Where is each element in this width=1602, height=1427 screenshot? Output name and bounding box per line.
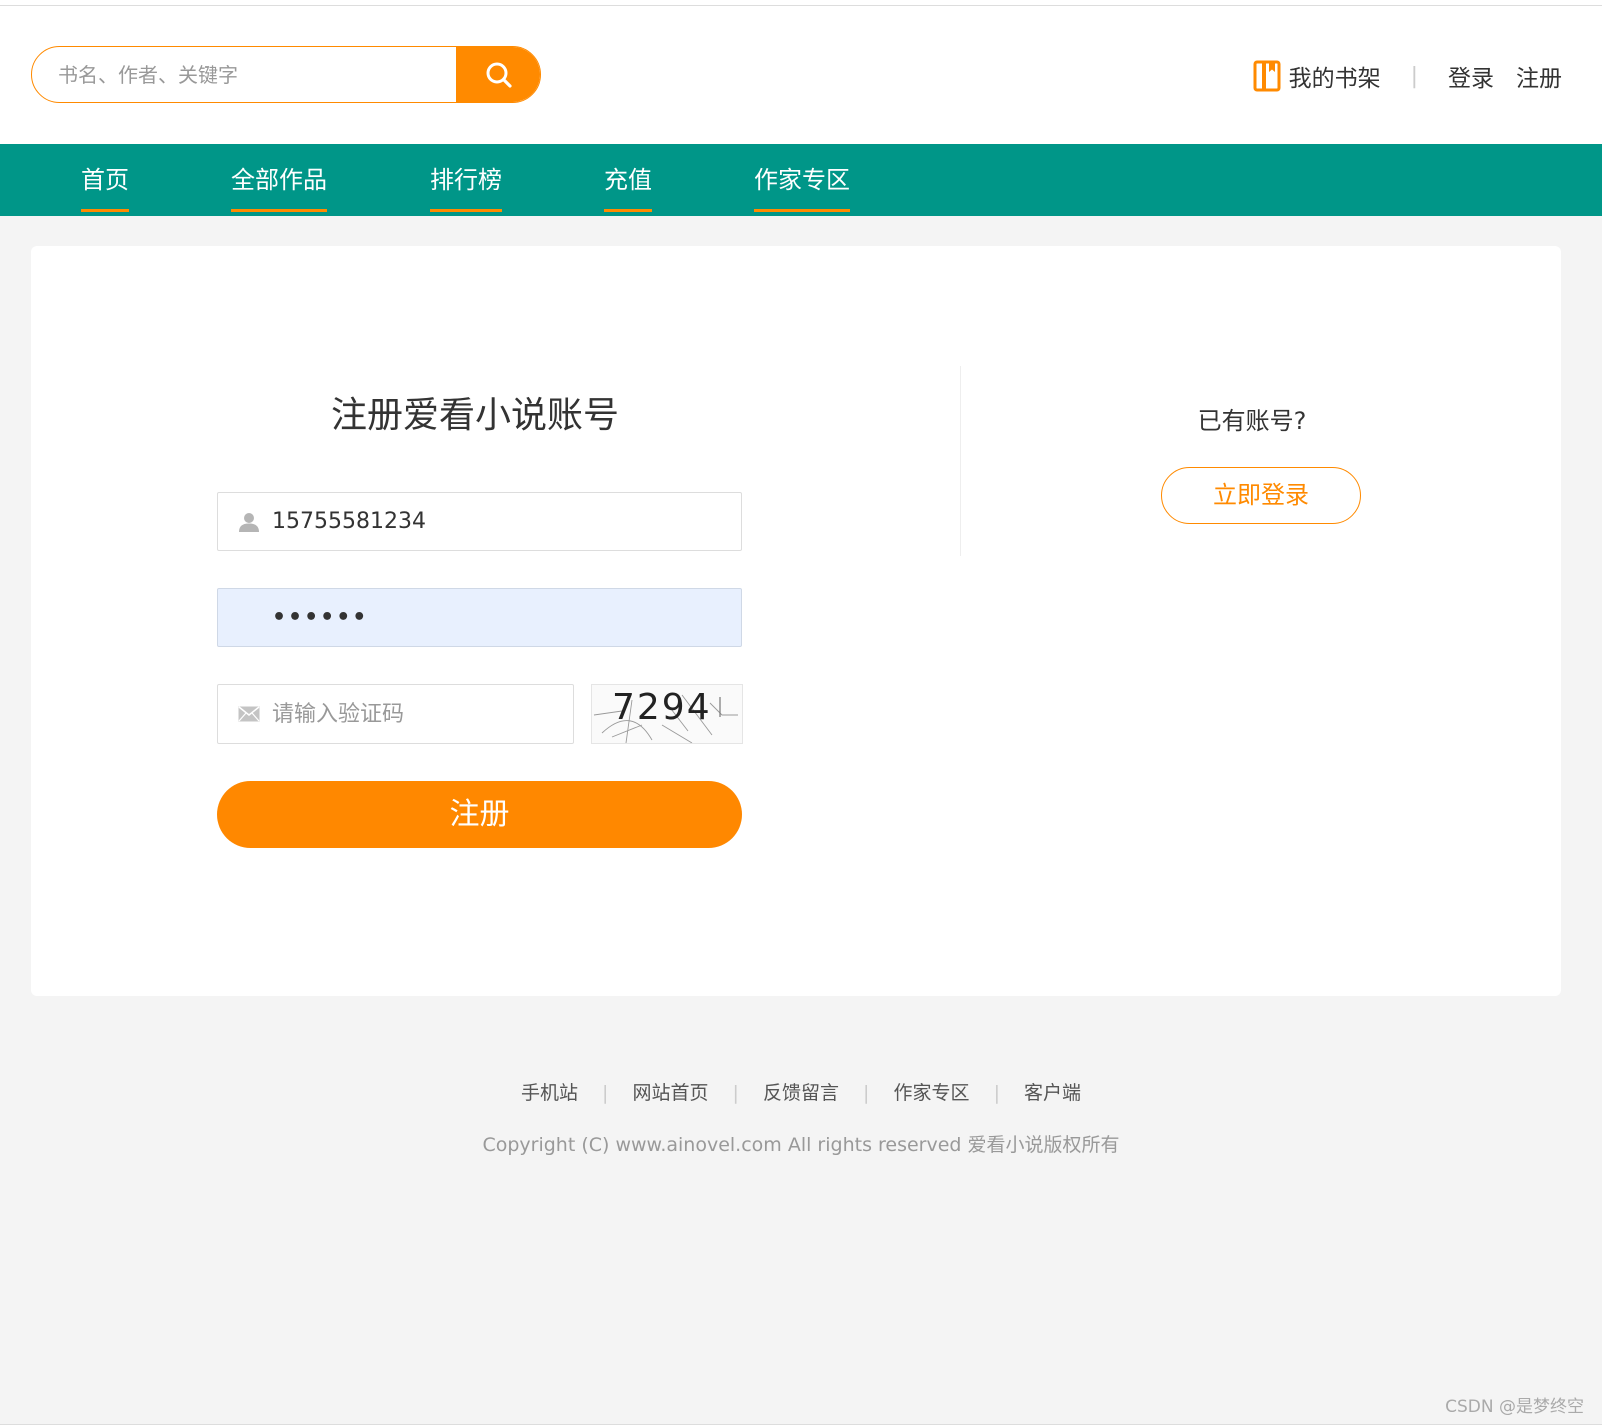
search-icon (486, 62, 512, 88)
search-input[interactable] (32, 47, 456, 102)
mail-icon (238, 706, 260, 722)
user-links-separator: | (1410, 63, 1418, 89)
footer-links: 手机站 | 网站首页 | 反馈留言 | 作家专区 | 客户端 (0, 1078, 1602, 1105)
password-input[interactable] (272, 589, 732, 646)
captcha-text: 7294 (612, 687, 712, 728)
footer-separator: | (993, 1082, 1000, 1104)
bookshelf-icon (1253, 60, 1281, 92)
search-box (31, 46, 541, 103)
copyright-text: Copyright (C) www.ainovel.com All rights… (482, 1134, 1120, 1156)
footer-separator: | (863, 1082, 870, 1104)
site-header: 我的书架 | 登录 注册 (0, 6, 1602, 144)
username-input[interactable] (272, 493, 732, 550)
login-now-button[interactable]: 立即登录 (1161, 467, 1361, 524)
footer-link-author-zone[interactable]: 作家专区 (894, 1082, 970, 1104)
main-nav: 首页 全部作品 排行榜 充值 作家专区 (0, 144, 1602, 216)
footer-separator: | (732, 1082, 739, 1104)
bookshelf-label: 我的书架 (1288, 66, 1381, 92)
footer-separator: | (602, 1082, 609, 1104)
login-link[interactable]: 登录 (1448, 59, 1494, 93)
user-links: 我的书架 | 登录 注册 (1253, 58, 1562, 94)
bookshelf-link[interactable]: 我的书架 (1253, 59, 1381, 93)
footer-link-mobile[interactable]: 手机站 (521, 1082, 578, 1104)
register-title: 注册爱看小说账号 (330, 395, 619, 436)
nav-item-author-zone[interactable]: 作家专区 (754, 144, 850, 216)
nav-item-all-works[interactable]: 全部作品 (231, 144, 327, 216)
have-account-text: 已有账号? (1197, 407, 1307, 435)
vertical-divider (960, 366, 961, 556)
register-card: 注册爱看小说账号 7294 注册 已有账号? 立即登录 (31, 246, 1561, 996)
nav-item-recharge[interactable]: 充值 (604, 144, 652, 216)
nav-item-rankings[interactable]: 排行榜 (430, 144, 502, 216)
user-icon (239, 512, 259, 532)
nav-item-home[interactable]: 首页 (81, 144, 129, 216)
register-submit-button[interactable]: 注册 (217, 781, 742, 848)
footer-link-client[interactable]: 客户端 (1024, 1082, 1081, 1104)
username-field-wrapper (217, 492, 742, 551)
search-button[interactable] (456, 47, 540, 102)
footer-link-home[interactable]: 网站首页 (632, 1082, 708, 1104)
password-field-wrapper (217, 588, 742, 647)
footer-link-feedback[interactable]: 反馈留言 (763, 1082, 839, 1104)
captcha-image[interactable]: 7294 (591, 684, 743, 744)
code-field-wrapper (217, 684, 574, 744)
verification-code-input[interactable] (272, 685, 562, 743)
watermark: CSDN @是梦终空 (1445, 1397, 1584, 1417)
register-link[interactable]: 注册 (1516, 59, 1562, 93)
